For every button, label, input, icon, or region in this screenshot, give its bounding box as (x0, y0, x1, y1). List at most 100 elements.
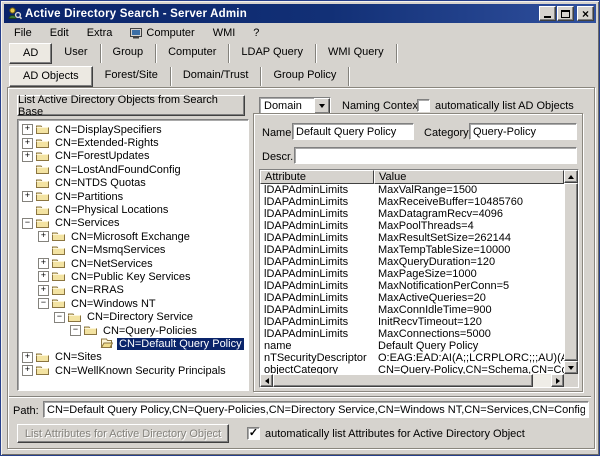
table-row[interactable]: lDAPAdminLimitsMaxDatagramRecv=4096 (260, 208, 564, 220)
scroll-left-button[interactable] (260, 374, 273, 387)
value-cell: MaxConnections=5000 (374, 328, 564, 340)
tree-item-label: CN=ForestUpdates (53, 150, 151, 162)
table-row[interactable]: lDAPAdminLimitsMaxResultSetSize=262144 (260, 232, 564, 244)
table-row[interactable]: lDAPAdminLimitsMaxPoolThreads=4 (260, 220, 564, 232)
collapse-minus-icon[interactable]: − (22, 218, 33, 229)
attribute-column-header[interactable]: Attribute (260, 170, 374, 184)
attribute-cell: lDAPAdminLimits (260, 208, 374, 220)
expand-plus-icon[interactable]: + (22, 352, 33, 363)
table-row[interactable]: objectCategoryCN=Query-Policy,CN=Schema,… (260, 364, 564, 374)
tree-item-cn-ntds-quotas[interactable]: CN=NTDS Quotas (18, 177, 248, 190)
table-row[interactable]: lDAPAdminLimitsMaxConnections=5000 (260, 328, 564, 340)
collapse-minus-icon[interactable]: − (54, 312, 65, 323)
separator-line (9, 396, 591, 398)
name-label: Name: (262, 127, 294, 139)
collapse-minus-icon[interactable]: − (38, 298, 49, 309)
table-row[interactable]: nameDefault Query Policy (260, 340, 564, 352)
combo-dropdown-button[interactable] (314, 98, 330, 114)
attribute-table-body[interactable]: lDAPAdminLimitsMaxValRange=1500lDAPAdmin… (260, 184, 564, 374)
horizontal-scrollbar[interactable] (260, 374, 564, 387)
expand-plus-icon[interactable]: + (38, 231, 49, 242)
vertical-scroll-thumb[interactable] (564, 183, 578, 361)
tree-item-cn-partitions[interactable]: +CN=Partitions (18, 190, 248, 203)
value-column-header[interactable]: Value (374, 170, 564, 184)
tab-computer[interactable]: Computer (156, 44, 229, 63)
tree-item-cn-public-key-services[interactable]: +CN=Public Key Services (18, 270, 248, 283)
attribute-cell: nTSecurityDescriptor (260, 352, 374, 364)
scroll-down-button[interactable] (564, 361, 578, 374)
tree-item-cn-rras[interactable]: +CN=RRAS (18, 284, 248, 297)
collapse-minus-icon[interactable]: − (70, 325, 81, 336)
vertical-scrollbar[interactable] (564, 170, 578, 374)
expand-plus-icon[interactable]: + (22, 151, 33, 162)
table-row[interactable]: lDAPAdminLimitsMaxValRange=1500 (260, 184, 564, 196)
description-field[interactable] (294, 147, 577, 164)
tab-wmi-query[interactable]: WMI Query (316, 44, 397, 63)
tree-item-cn-lostandfoundconfig[interactable]: CN=LostAndFoundConfig (18, 163, 248, 176)
value-cell: MaxReceiveBuffer=10485760 (374, 196, 564, 208)
tree-item-cn-query-policies[interactable]: −CN=Query-Policies (18, 324, 248, 337)
tree-item-cn-microsoft-exchange[interactable]: + CN=Microsoft Exchange (18, 230, 248, 243)
menu-item-wmi[interactable]: WMI (204, 25, 245, 41)
subtab-ad-objects[interactable]: AD Objects (9, 66, 93, 87)
tab-user[interactable]: User (52, 44, 100, 63)
scroll-right-button[interactable] (551, 374, 564, 387)
menu-item-edit[interactable]: Edit (41, 25, 78, 41)
expand-plus-icon[interactable]: + (38, 285, 49, 296)
table-row[interactable]: lDAPAdminLimitsMaxPageSize=1000 (260, 268, 564, 280)
table-row[interactable]: lDAPAdminLimitsMaxReceiveBuffer=10485760 (260, 196, 564, 208)
list-attributes-button[interactable]: List Attributes for Active Directory Obj… (17, 424, 229, 443)
naming-context-value: Domain (260, 98, 314, 114)
subtab-domain-trust[interactable]: Domain/Trust (171, 67, 262, 86)
horizontal-scroll-thumb[interactable] (273, 374, 533, 387)
table-row[interactable]: lDAPAdminLimitsMaxTempTableSize=10000 (260, 244, 564, 256)
auto-list-objects-checkbox[interactable] (417, 99, 430, 112)
table-row[interactable]: lDAPAdminLimitsMaxActiveQueries=20 (260, 292, 564, 304)
scroll-up-button[interactable] (564, 170, 578, 183)
tab-group[interactable]: Group (101, 44, 157, 63)
tree-item-cn-displayspecifiers[interactable]: +CN=DisplaySpecifiers (18, 123, 248, 136)
tree-item-cn-extended-rights[interactable]: +CN=Extended-Rights (18, 136, 248, 149)
tree-item-cn-default-query-policy[interactable]: CN=Default Query Policy (18, 337, 248, 350)
menu-item-extra[interactable]: Extra (78, 25, 122, 41)
tree-item-cn-forestupdates[interactable]: + CN=ForestUpdates (18, 150, 248, 163)
tree-item-cn-services[interactable]: −CN=Services (18, 217, 248, 230)
table-row[interactable]: lDAPAdminLimitsInitRecvTimeout=120 (260, 316, 564, 328)
tab-ldap-query[interactable]: LDAP Query (229, 44, 316, 63)
tree-item-label: CN=Microsoft Exchange (69, 231, 192, 243)
menu-item-file[interactable]: File (5, 25, 41, 41)
ad-tree-view[interactable]: +CN=DisplaySpecifiers+CN=Extended-Rights… (17, 119, 249, 391)
minimize-button[interactable] (539, 6, 556, 21)
auto-list-attributes-checkbox[interactable]: ✓ (247, 427, 260, 440)
table-row[interactable]: nTSecurityDescriptorO:EAG:EAD:AI(A;;LCRP… (260, 352, 564, 364)
tree-item-cn-windows-nt[interactable]: −CN=Windows NT (18, 297, 248, 310)
category-field[interactable] (469, 123, 577, 140)
menu-item-computer[interactable]: Computer (121, 25, 203, 41)
name-field[interactable] (292, 123, 414, 140)
table-row[interactable]: lDAPAdminLimitsMaxConnIdleTime=900 (260, 304, 564, 316)
tree-item-cn-directory-service[interactable]: −CN=Directory Service (18, 310, 248, 323)
value-cell: O:EAG:EAD:AI(A;;LCRPLORC;;;AU)(A;;CCDC..… (374, 352, 564, 364)
subtab-forest-site[interactable]: Forest/Site (93, 67, 171, 86)
tree-item-cn-physical-locations[interactable]: CN=Physical Locations (18, 203, 248, 216)
expand-plus-icon[interactable]: + (22, 365, 33, 376)
path-field[interactable] (43, 401, 589, 418)
horizontal-scroll-track[interactable] (533, 374, 551, 387)
tab-ad[interactable]: AD (9, 43, 52, 64)
tree-item-cn-wellknown-security-principals[interactable]: +CN=WellKnown Security Principals (18, 364, 248, 377)
tree-item-cn-msmqservices[interactable]: CN=MsmqServices (18, 244, 248, 257)
maximize-button[interactable] (557, 6, 574, 21)
expand-plus-icon[interactable]: + (22, 124, 33, 135)
expand-plus-icon[interactable]: + (38, 258, 49, 269)
expand-plus-icon[interactable]: + (22, 191, 33, 202)
list-objects-button[interactable]: List Active Directory Objects from Searc… (17, 95, 245, 116)
tree-item-cn-sites[interactable]: +CN=Sites (18, 351, 248, 364)
table-row[interactable]: lDAPAdminLimitsMaxQueryDuration=120 (260, 256, 564, 268)
expand-plus-icon[interactable]: + (38, 271, 49, 282)
subtab-group-policy[interactable]: Group Policy (261, 67, 349, 86)
tree-item-cn-netservices[interactable]: +CN=NetServices (18, 257, 248, 270)
close-button[interactable]: × (577, 6, 594, 21)
expand-plus-icon[interactable]: + (22, 138, 33, 149)
table-row[interactable]: lDAPAdminLimitsMaxNotificationPerConn=5 (260, 280, 564, 292)
menu-item-help[interactable]: ? (244, 25, 268, 41)
